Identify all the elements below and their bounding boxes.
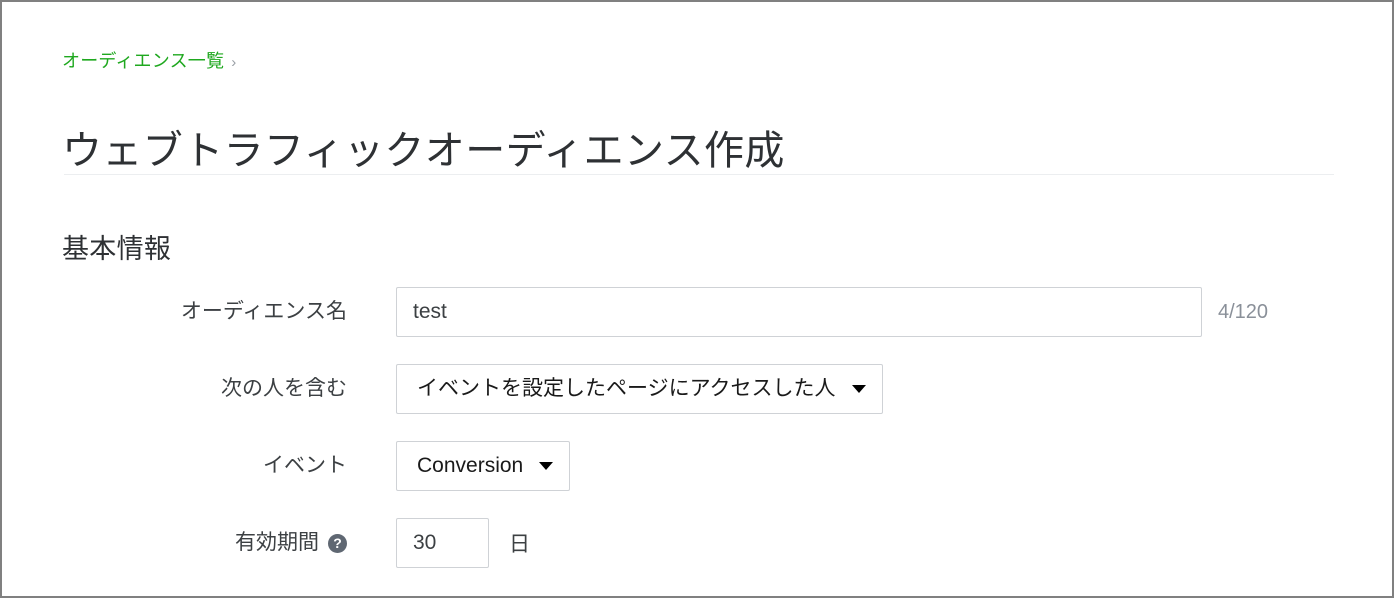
label-include-people-text: 次の人を含む [221, 374, 347, 404]
label-duration: 有効期間 ? [2, 528, 347, 558]
help-icon[interactable]: ? [328, 534, 347, 553]
breadcrumb: オーディエンス一覧 › [62, 48, 236, 76]
duration-unit-label: 日 [509, 528, 530, 558]
breadcrumb-link-audience-list[interactable]: オーディエンス一覧 [62, 48, 224, 74]
duration-input[interactable] [396, 518, 489, 568]
audience-name-char-counter: 4/120 [1218, 301, 1268, 324]
chevron-right-icon: › [231, 50, 236, 76]
include-people-dropdown[interactable]: イベントを設定したページにアクセスした人 [396, 364, 883, 414]
event-dropdown-value: Conversion [417, 452, 523, 480]
label-event-text: イベント [263, 451, 347, 481]
form-row-event: イベント Conversion [2, 441, 570, 491]
chevron-down-icon [852, 385, 866, 393]
audience-create-page: オーディエンス一覧 › ウェブトラフィックオーディエンス作成 基本情報 オーディ… [0, 0, 1394, 598]
label-audience-name-text: オーディエンス名 [181, 297, 347, 327]
form-row-include-people: 次の人を含む イベントを設定したページにアクセスした人 [2, 364, 883, 414]
form-row-audience-name: オーディエンス名 4/120 [2, 287, 1268, 337]
control-duration: 日 [396, 518, 530, 568]
label-duration-text: 有効期間 [235, 528, 319, 558]
label-include-people: 次の人を含む [2, 374, 347, 404]
page-title: ウェブトラフィックオーディエンス作成 [62, 122, 785, 180]
label-event: イベント [2, 451, 347, 481]
control-event: Conversion [396, 441, 570, 491]
include-people-dropdown-value: イベントを設定したページにアクセスした人 [417, 375, 836, 403]
title-divider [64, 174, 1334, 175]
event-dropdown[interactable]: Conversion [396, 441, 570, 491]
chevron-down-icon [539, 462, 553, 470]
control-include-people: イベントを設定したページにアクセスした人 [396, 364, 883, 414]
label-audience-name: オーディエンス名 [2, 297, 347, 327]
section-title-basic-info: 基本情報 [62, 229, 171, 269]
audience-name-input[interactable] [396, 287, 1202, 337]
form-row-duration: 有効期間 ? 日 [2, 518, 530, 568]
control-audience-name: 4/120 [396, 287, 1268, 337]
